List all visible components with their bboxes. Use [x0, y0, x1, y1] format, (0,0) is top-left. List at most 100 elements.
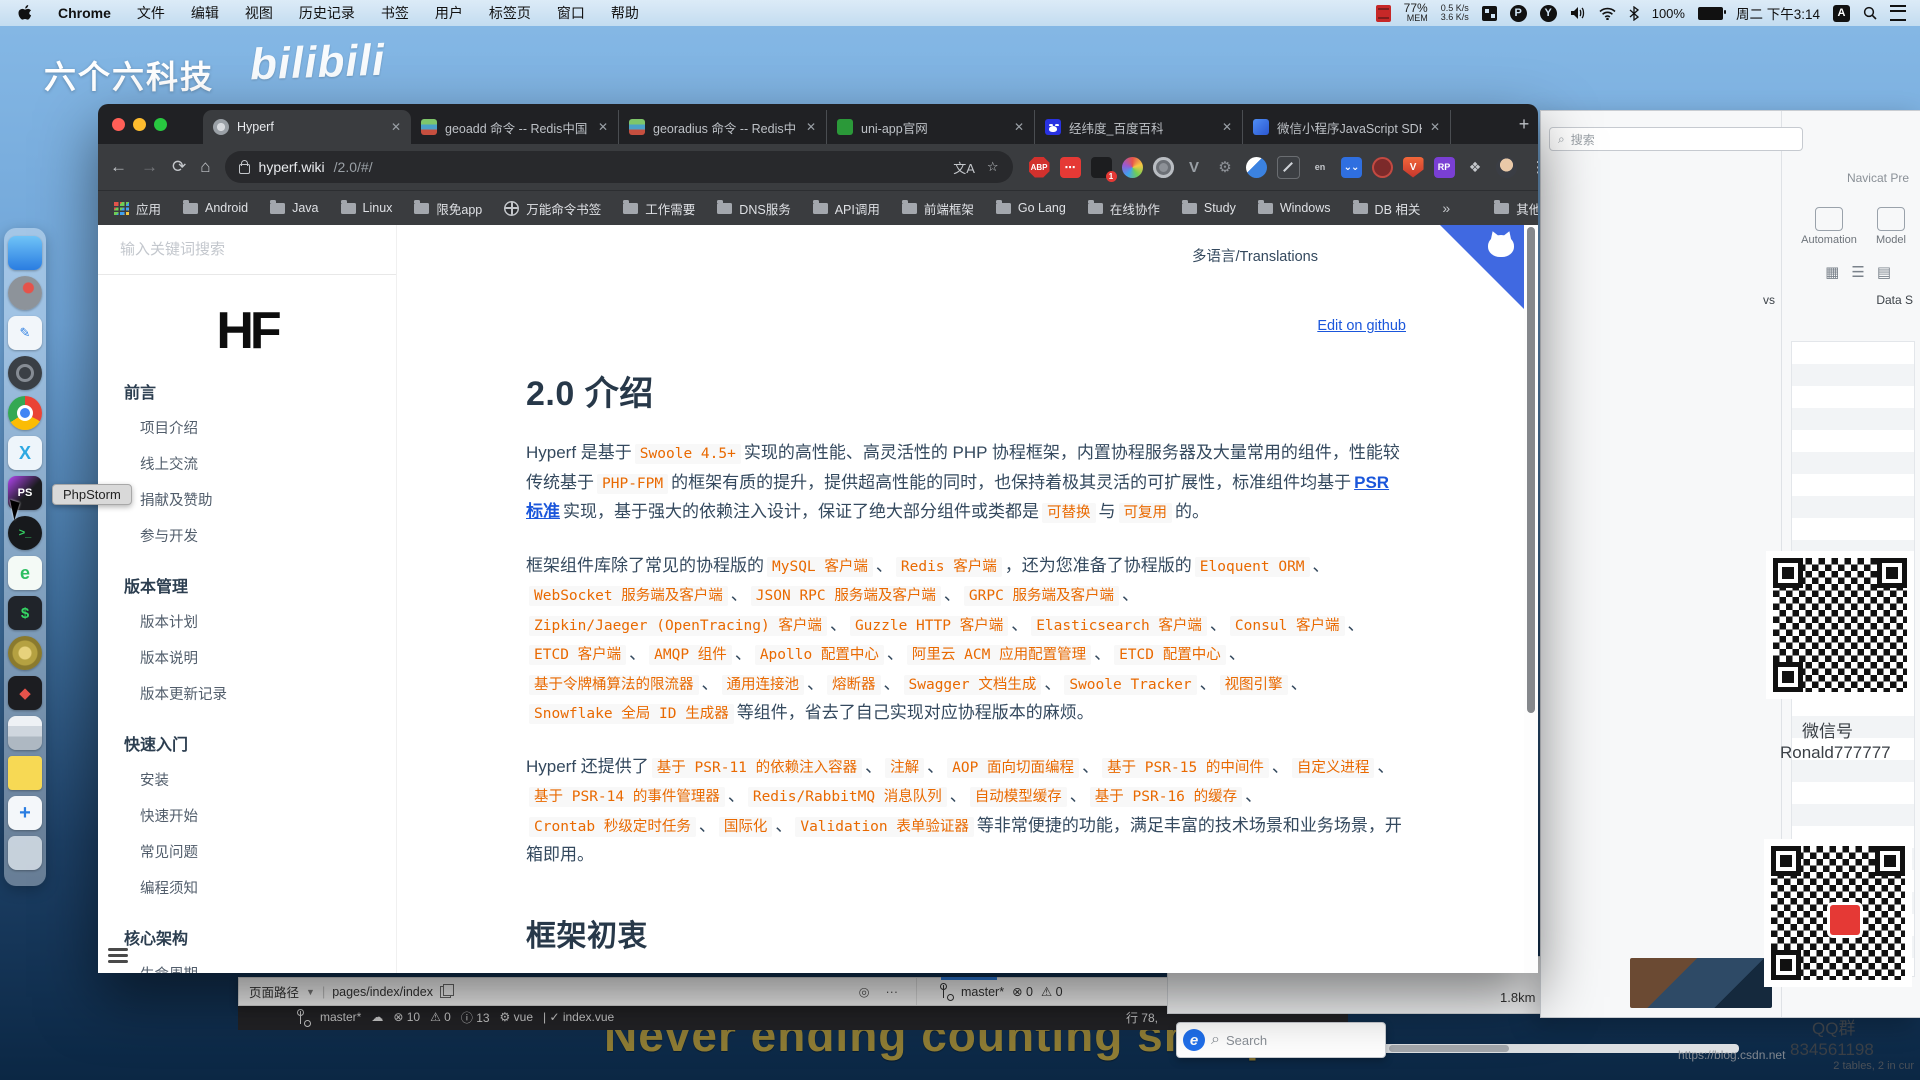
window-manager-icon[interactable] [1482, 6, 1497, 21]
address-bar[interactable]: hyperf.wiki /2.0/#/ 文A ☆ [225, 151, 1013, 183]
tab-close-icon[interactable] [598, 120, 608, 134]
bookmark-item[interactable]: 前端框架 [902, 199, 974, 218]
drop-extension-icon[interactable] [1246, 157, 1267, 178]
sidebar-nav-item[interactable]: 版本管理 [124, 571, 396, 605]
clock[interactable]: 周二 下午3:14 [1736, 3, 1820, 23]
finder-icon[interactable] [8, 236, 42, 270]
apple-icon[interactable] [18, 5, 32, 21]
sidebar-nav-item[interactable]: 常见问题 [124, 835, 396, 871]
error-count[interactable]: ⊗ 0 [1012, 984, 1033, 999]
breadcrumb-label[interactable]: 页面路径 [249, 982, 299, 1001]
tab-close-icon[interactable] [391, 120, 401, 134]
navicat-tabs[interactable]: vs Data S [1763, 293, 1913, 307]
menu-item[interactable]: 窗口 [557, 3, 585, 23]
menu-item[interactable]: 视图 [245, 3, 273, 23]
adblock-extension-icon[interactable]: ABP [1029, 157, 1050, 178]
menu-app-name[interactable]: Chrome [58, 5, 111, 21]
minimize-window-button[interactable] [133, 118, 146, 131]
bookmark-item[interactable]: Windows [1258, 199, 1331, 218]
bookmark-item[interactable]: 限免app [414, 199, 482, 218]
grid-view-icon[interactable]: ▦ [1825, 263, 1839, 281]
v-extension-icon[interactable]: V [1184, 157, 1205, 178]
bookmark-item[interactable]: DB 相关 [1353, 199, 1421, 218]
sidebar-nav-item[interactable]: 线上交流 [124, 447, 396, 483]
wifi-icon[interactable] [1599, 7, 1616, 20]
copy-icon[interactable] [440, 986, 451, 998]
add-app-icon[interactable]: + [8, 796, 42, 830]
trash-icon[interactable] [8, 836, 42, 870]
design-app-icon[interactable]: ◆ [8, 676, 42, 710]
sidebar-nav-item[interactable]: 编程须知 [124, 871, 396, 907]
warning-count[interactable]: ⚠ 0 [1041, 984, 1063, 999]
url-host[interactable]: hyperf.wiki [259, 159, 325, 175]
bookmark-item[interactable]: API调用 [813, 199, 880, 218]
mini-search-window[interactable]: e ⌕ Search [1176, 1022, 1386, 1058]
menu-item[interactable]: 编辑 [191, 3, 219, 23]
battery-icon[interactable] [1698, 7, 1723, 20]
translate-icon[interactable]: 文A [953, 158, 975, 177]
url-path[interactable]: /2.0/#/ [334, 159, 373, 175]
sidebar-nav-item[interactable]: 前言 [124, 377, 396, 411]
sidebar-nav-item[interactable]: 捐献及赞助 [124, 483, 396, 519]
menu-item[interactable]: 书签 [381, 3, 409, 23]
menu-item[interactable]: 用户 [435, 3, 463, 23]
speaker-extension-icon[interactable] [1372, 157, 1393, 178]
bookmark-item[interactable]: Go Lang [996, 199, 1066, 218]
drive-icon[interactable]: Y [1540, 5, 1557, 22]
bookmark-item[interactable]: Linux [341, 199, 393, 218]
tab-close-icon[interactable] [1014, 120, 1024, 134]
chrome-menu-icon[interactable]: ⋮ [1531, 158, 1538, 176]
rp-extension-icon[interactable]: RP [1434, 157, 1455, 178]
menu-item[interactable]: 帮助 [611, 3, 639, 23]
detail-view-icon[interactable]: ▤ [1877, 263, 1891, 281]
git-branch-name[interactable]: master* [961, 985, 1004, 999]
bookmark-item[interactable]: 应用 [114, 199, 161, 218]
spotlight-search-icon[interactable] [1863, 6, 1877, 20]
bluetooth-icon[interactable] [1629, 6, 1639, 21]
menu-item[interactable]: 文件 [137, 3, 165, 23]
gear-extension-icon[interactable]: ⚙ [1215, 157, 1236, 178]
sidebar-nav-item[interactable]: 项目介绍 [124, 411, 396, 447]
bookmarks-overflow-icon[interactable]: » [1442, 200, 1450, 216]
sidebar-search-input[interactable] [98, 225, 396, 275]
sidebar-nav-item[interactable]: 快速开始 [124, 799, 396, 835]
memory-status[interactable]: 77% MEM [1404, 3, 1428, 23]
browser-tab[interactable]: geoadd 命令 -- Redis中国 [411, 110, 619, 144]
network-status[interactable]: 0.5 K/s 3.6 K/s [1441, 4, 1469, 22]
volume-icon[interactable] [1570, 6, 1586, 20]
navicat-tab-left[interactable]: vs [1763, 293, 1775, 307]
page-path[interactable]: pages/index/index [332, 985, 433, 999]
editor-extension-icon[interactable] [1277, 156, 1300, 179]
navicat-tool-model[interactable]: Model [1869, 207, 1913, 246]
browser-tab[interactable]: 经纬度_百度百科 [1035, 110, 1243, 144]
color-wheel-extension-icon[interactable] [1122, 157, 1143, 178]
paint-app-icon[interactable] [8, 276, 42, 310]
sidebar-toggle-icon[interactable] [108, 945, 128, 967]
sidebar-nav-item[interactable]: 参与开发 [124, 519, 396, 555]
bookmark-item[interactable]: 在线协作 [1088, 199, 1160, 218]
eye-icon[interactable]: ◎ [859, 984, 870, 999]
download-extension-icon[interactable]: ⌄⌄ [1341, 157, 1362, 178]
tab-close-icon[interactable] [1222, 120, 1232, 134]
page-scrollbar[interactable] [1524, 225, 1538, 973]
input-source-icon[interactable]: A [1833, 5, 1850, 22]
page-scrollbar-thumb[interactable] [1527, 227, 1535, 713]
bookmark-item[interactable]: Study [1182, 199, 1236, 218]
finance-app-icon[interactable]: $ [8, 596, 42, 630]
extensions-puzzle-icon[interactable]: ❖ [1465, 157, 1486, 178]
chrome-dock-icon[interactable] [8, 396, 42, 430]
bookmark-item[interactable]: 工作需要 [623, 199, 695, 218]
home-button[interactable]: ⌂ [200, 157, 210, 177]
tab-close-icon[interactable] [806, 120, 816, 134]
bookmark-item[interactable]: 万能命令书签 [504, 199, 601, 218]
sidebar-nav-item[interactable]: 版本说明 [124, 641, 396, 677]
menu-item[interactable]: 历史记录 [299, 3, 355, 23]
x-app-icon[interactable]: X [8, 436, 42, 470]
list-view-icon[interactable]: ☰ [1851, 263, 1864, 281]
info-count[interactable]: ⓘ 13 [461, 1009, 490, 1026]
forward-button[interactable]: → [141, 157, 158, 177]
zoom-window-button[interactable] [154, 118, 167, 131]
reload-button[interactable]: ⟳ [172, 157, 186, 177]
back-button[interactable]: ← [110, 157, 127, 177]
documents-stack-icon[interactable] [8, 716, 42, 750]
